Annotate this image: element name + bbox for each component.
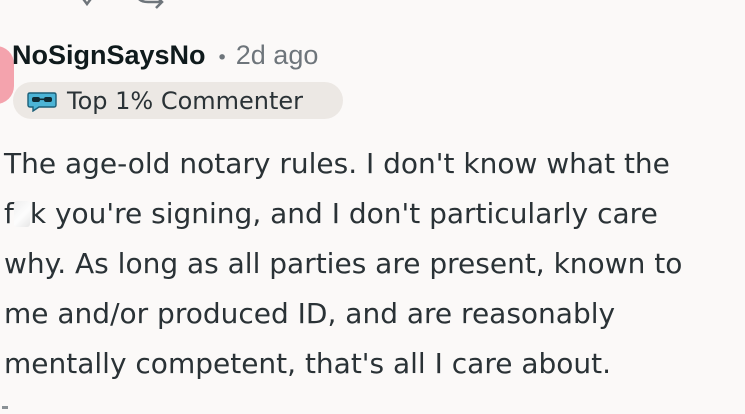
- comment-line: why. As long as all parties are present,…: [4, 247, 683, 280]
- comment-text: f: [4, 197, 14, 230]
- username-link[interactable]: NoSignSaysNo: [12, 40, 206, 71]
- meta-separator: •: [216, 47, 228, 69]
- comment-body: The age-old notary rules. I don't know w…: [4, 139, 745, 389]
- comment-line: The age-old notary rules. I don't know w…: [4, 147, 670, 180]
- top-commenter-badge[interactable]: Top 1% Commenter: [13, 82, 343, 119]
- previous-comment-actions: [72, 0, 302, 10]
- censored-word-mask: [13, 201, 30, 227]
- comment-text: k you're signing, and I don't particular…: [29, 197, 658, 230]
- reply-icon[interactable]: [132, 0, 166, 10]
- award-icon[interactable]: [196, 0, 236, 10]
- comment-line: f k you're signing, and I don't particula…: [4, 189, 745, 239]
- badge-label: Top 1% Commenter: [67, 86, 304, 115]
- comment-view: NoSignSaysNo • 2d ago Top 1% Commenter T…: [0, 0, 745, 414]
- timestamp[interactable]: 2d ago: [236, 40, 319, 71]
- comment-meta: NoSignSaysNo • 2d ago: [12, 40, 318, 71]
- downvote-icon[interactable]: [72, 0, 102, 10]
- share-icon[interactable]: [266, 0, 302, 10]
- comment-line: mentally competent, that's all I care ab…: [4, 347, 612, 380]
- next-item-edge: [2, 406, 8, 409]
- sunglasses-speech-icon: [27, 91, 57, 112]
- comment-line: me and/or produced ID, and are reasonabl…: [4, 297, 616, 330]
